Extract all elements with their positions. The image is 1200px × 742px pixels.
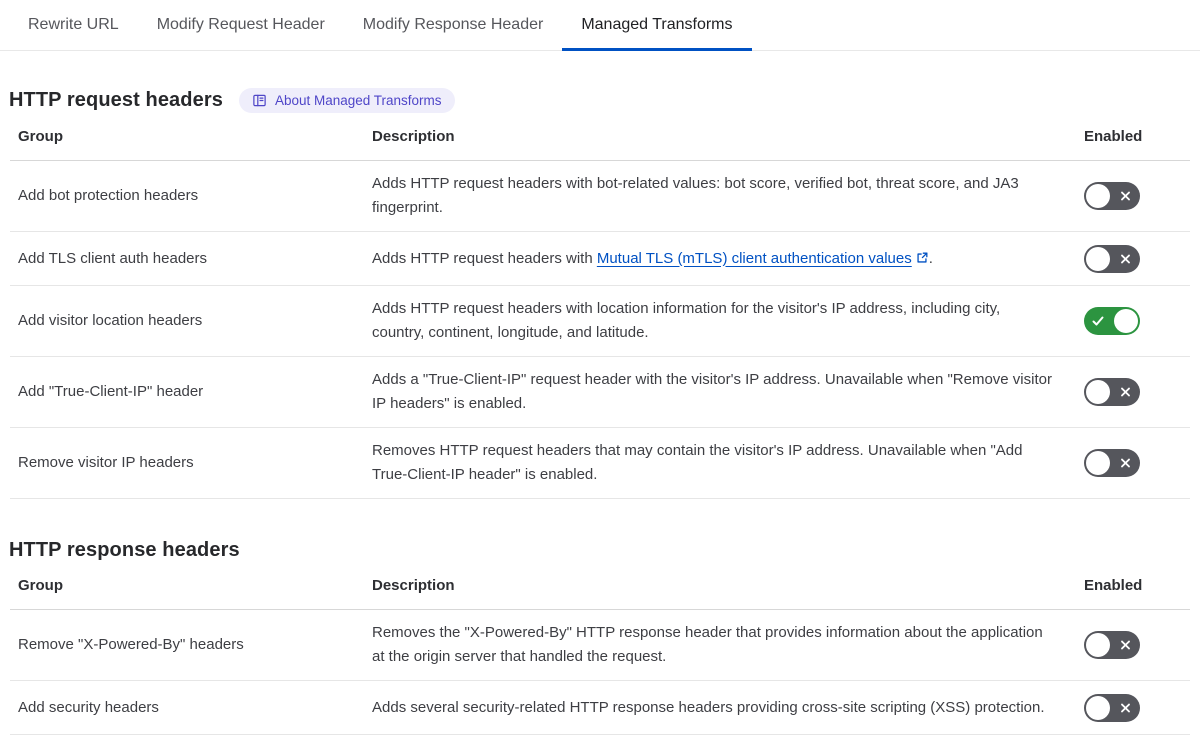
response-headers-title: HTTP response headers <box>9 539 240 561</box>
about-managed-transforms-button[interactable]: About Managed Transforms <box>238 88 455 113</box>
mtls-docs-link[interactable]: Mutual TLS (mTLS) client authentication … <box>597 250 929 267</box>
check-icon <box>1092 316 1104 326</box>
x-icon <box>1121 703 1130 712</box>
row-group-label: Add security headers <box>18 698 159 716</box>
tab-managed-transforms[interactable]: Managed Transforms <box>562 0 752 51</box>
x-icon <box>1121 458 1130 468</box>
row-group-label: Remove visitor IP headers <box>18 454 194 471</box>
table-row: Add security headers Adds several securi… <box>10 681 1190 735</box>
mtls-docs-link-label: Mutual TLS (mTLS) client authentication … <box>596 249 912 267</box>
table-row: Add "True-Client-IP" header Adds a "True… <box>10 357 1190 428</box>
row-group-label: Remove "X-Powered-By" headers <box>18 636 244 653</box>
toggle-knob <box>1086 695 1110 720</box>
toggle-add-security-headers[interactable] <box>1084 693 1140 722</box>
row-description: Adds several security-related HTTP respo… <box>372 698 1045 716</box>
response-headers-section-header: HTTP response headers <box>9 539 1200 562</box>
tab-modify-response-header[interactable]: Modify Response Header <box>344 0 563 50</box>
toggle-add-tls-client-auth-headers[interactable] <box>1084 244 1140 273</box>
toggle-remove-visitor-ip-headers[interactable] <box>1084 449 1140 477</box>
toggle-add-visitor-location-headers[interactable] <box>1084 307 1140 335</box>
toggle-knob <box>1086 246 1110 271</box>
row-description: Adds HTTP request headers with location … <box>372 300 1001 341</box>
x-icon <box>1121 254 1130 263</box>
row-description: Adds HTTP request headers with Mutual TL… <box>362 236 1084 282</box>
row-group-label: Add bot protection headers <box>18 187 199 204</box>
toggle-knob <box>1086 184 1110 208</box>
column-header-enabled: Enabled <box>1084 577 1143 594</box>
response-headers-table: Group Description Enabled Remove "X-Powe… <box>10 562 1190 735</box>
toggle-knob <box>1086 633 1110 657</box>
column-header-enabled: Enabled <box>1084 128 1143 145</box>
x-icon <box>1121 191 1130 201</box>
row-group-label: Add TLS client auth headers <box>18 249 208 267</box>
row-description: Adds a "True-Client-IP" request header w… <box>372 371 1052 412</box>
row-description: Removes the "X-Powered-By" HTTP response… <box>372 624 1043 665</box>
transform-rules-tabs: Rewrite URL Modify Request Header Modify… <box>0 0 1200 51</box>
toggle-knob <box>1086 380 1110 404</box>
toggle-remove-x-powered-by-headers[interactable] <box>1084 631 1140 659</box>
column-header-group: Group <box>18 128 63 145</box>
row-description: Removes HTTP request headers that may co… <box>372 442 1023 483</box>
request-headers-title: HTTP request headers <box>9 89 223 111</box>
column-header-description: Description <box>372 576 455 594</box>
table-header-row: Group Description Enabled <box>10 562 1190 610</box>
toggle-add-true-client-ip-header[interactable] <box>1084 378 1140 406</box>
external-link-icon <box>917 252 928 263</box>
about-badge-label: About Managed Transforms <box>274 93 442 108</box>
table-row: Add visitor location headers Adds HTTP r… <box>10 286 1190 357</box>
toggle-knob <box>1114 309 1138 333</box>
book-icon <box>253 94 266 107</box>
request-headers-table: Group Description Enabled Add bot protec… <box>10 113 1190 499</box>
row-description: Adds HTTP request headers with bot-relat… <box>372 175 1019 216</box>
description-prefix: Adds HTTP request headers with <box>372 249 597 267</box>
table-row: Add TLS client auth headers Adds HTTP re… <box>10 232 1190 286</box>
x-icon <box>1121 387 1130 397</box>
column-header-group: Group <box>18 577 63 594</box>
description-suffix: . <box>928 249 933 267</box>
x-icon <box>1121 640 1130 650</box>
request-headers-section-header: HTTP request headers About Managed Trans… <box>9 88 1200 113</box>
tab-modify-request-header[interactable]: Modify Request Header <box>138 0 344 50</box>
table-header-row: Group Description Enabled <box>10 113 1190 161</box>
table-row: Remove "X-Powered-By" headers Removes th… <box>10 610 1190 681</box>
table-row: Remove visitor IP headers Removes HTTP r… <box>10 428 1190 499</box>
row-group-label: Add "True-Client-IP" header <box>18 383 204 400</box>
column-header-description: Description <box>372 127 455 145</box>
tab-rewrite-url[interactable]: Rewrite URL <box>9 0 138 50</box>
row-group-label: Add visitor location headers <box>18 312 203 329</box>
toggle-add-bot-protection-headers[interactable] <box>1084 182 1140 210</box>
table-row: Add bot protection headers Adds HTTP req… <box>10 161 1190 232</box>
toggle-knob <box>1086 451 1110 475</box>
